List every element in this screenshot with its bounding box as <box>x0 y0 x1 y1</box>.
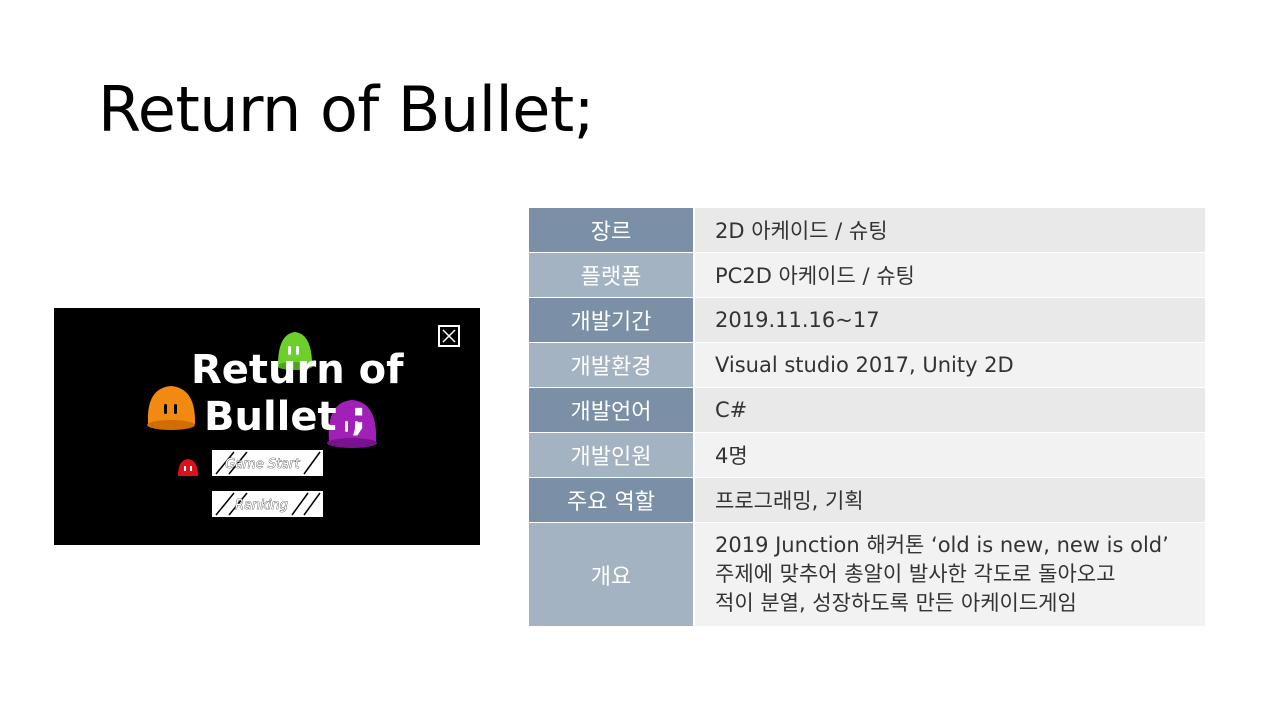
table-row-overview: 개요 2019 Junction 해커톤 ‘old is new, new is… <box>529 523 1205 627</box>
red-slime-icon <box>178 459 198 476</box>
row-value: PC2D 아케이드 / 슈팅 <box>695 253 1205 298</box>
ranking-button[interactable]: Ranking <box>212 491 323 517</box>
game-title-line1: Return of <box>191 347 404 393</box>
row-label: 개발언어 <box>529 388 695 433</box>
ranking-label: Ranking <box>235 498 288 513</box>
row-label: 개요 <box>529 523 695 627</box>
table-row-genre: 장르 2D 아케이드 / 슈팅 <box>529 208 1205 253</box>
row-label: 개발인원 <box>529 433 695 478</box>
table-row-environment: 개발환경 Visual studio 2017, Unity 2D <box>529 343 1205 388</box>
row-value: 4명 <box>695 433 1205 478</box>
close-icon <box>438 325 460 347</box>
table-row-platform: 플랫폼 PC2D 아케이드 / 슈팅 <box>529 253 1205 298</box>
game-title-line2: Bullet ; <box>204 394 367 440</box>
row-label: 플랫폼 <box>529 253 695 298</box>
row-label: 주요 역할 <box>529 478 695 523</box>
row-value: 2D 아케이드 / 슈팅 <box>695 208 1205 253</box>
table-row-team-size: 개발인원 4명 <box>529 433 1205 478</box>
row-label: 장르 <box>529 208 695 253</box>
overview-line: 적이 분열, 성장하도록 만든 아케이드게임 <box>715 591 1077 615</box>
slide-title: Return of Bullet; <box>98 73 595 146</box>
row-value: 2019 Junction 해커톤 ‘old is new, new is ol… <box>695 523 1205 627</box>
game-start-button[interactable]: Game Start <box>212 450 323 476</box>
row-value: C# <box>695 388 1205 433</box>
row-label: 개발기간 <box>529 298 695 343</box>
row-value: 프로그래밍, 기획 <box>695 478 1205 523</box>
orange-slime-icon <box>147 386 196 430</box>
overview-line: 2019 Junction 해커톤 ‘old is new, new is ol… <box>715 533 1169 557</box>
game-screenshot-art: Return of Bullet ; Game Start Ranking <box>147 325 460 517</box>
table-row-language: 개발언어 C# <box>529 388 1205 433</box>
row-value: Visual studio 2017, Unity 2D <box>695 343 1205 388</box>
info-table: 장르 2D 아케이드 / 슈팅 플랫폼 PC2D 아케이드 / 슈팅 개발기간 … <box>529 208 1205 627</box>
game-start-label: Game Start <box>225 457 300 472</box>
game-screenshot: Return of Bullet ; Game Start Ranking <box>54 308 480 545</box>
row-value: 2019.11.16~17 <box>695 298 1205 343</box>
row-label: 개발환경 <box>529 343 695 388</box>
table-row-period: 개발기간 2019.11.16~17 <box>529 298 1205 343</box>
table-row-role: 주요 역할 프로그래밍, 기획 <box>529 478 1205 523</box>
overview-line: 주제에 맞추어 총알이 발사한 각도로 돌아오고 <box>715 562 1116 586</box>
